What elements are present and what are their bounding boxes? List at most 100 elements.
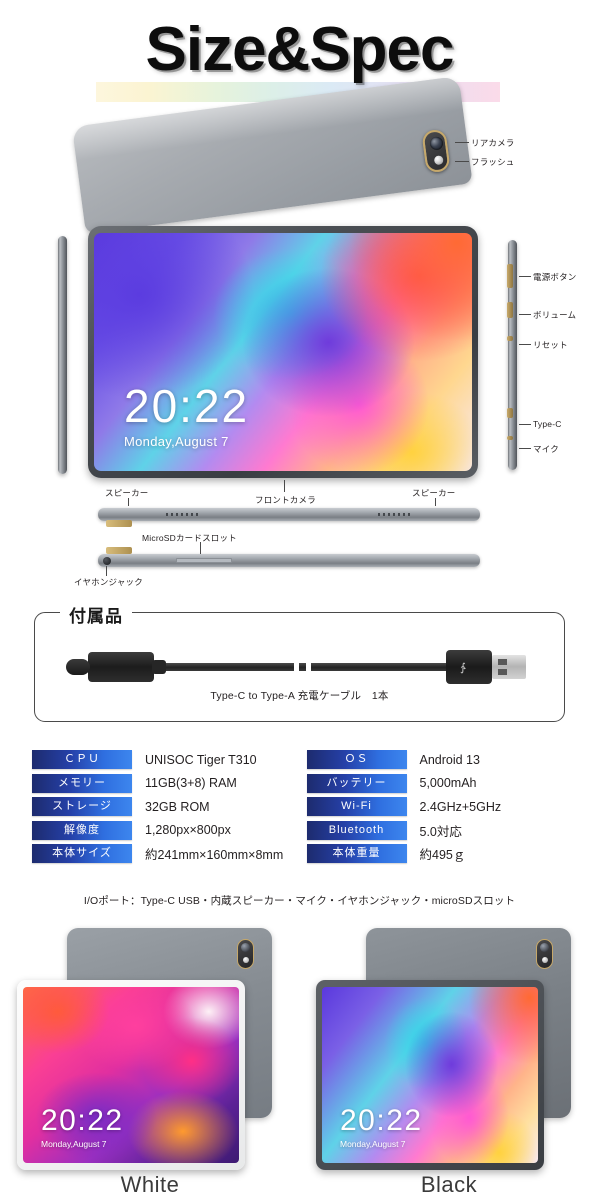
- spec-value: 約495ｇ: [419, 848, 466, 863]
- clock-time: 20:22: [124, 380, 250, 432]
- spec-key: 本体サイズ: [32, 844, 132, 864]
- leader-line: [435, 498, 436, 506]
- tablet-front-view: 20:22 Monday,August 7: [88, 226, 478, 478]
- product-spec-page: Size&Spec リアカメラ フラッシュ 20:22 Monday,Augus…: [0, 0, 599, 1200]
- spec-key: メモリー: [32, 773, 132, 793]
- spec-key: 本体重量: [306, 844, 407, 864]
- spec-row: 本体重量 約495ｇ: [306, 842, 568, 866]
- color-variants: 20:22 Monday,August 7 White 20:22 Monday…: [0, 928, 599, 1200]
- callout-front-camera: フロントカメラ: [255, 495, 316, 505]
- spec-row: 解像度 1,280px×800px: [32, 819, 293, 843]
- cable-caption: Type-C to Type-A 充電ケーブル 1本: [210, 690, 389, 702]
- reset-pinhole-icon: [507, 336, 513, 341]
- clock-date: Monday,August 7: [41, 1139, 107, 1149]
- lockscreen-clock: 20:22 Monday,August 7: [41, 1106, 124, 1150]
- callout-volume: ボリューム: [533, 310, 577, 320]
- speaker-grille-icon: [166, 513, 200, 516]
- microsd-slot-icon: [176, 558, 232, 563]
- rear-camera-module: [237, 939, 254, 969]
- spec-key: ＣＰＵ: [32, 750, 132, 770]
- spec-row: ＯＳ Android 13: [306, 748, 568, 772]
- spec-key: Wi-Fi: [306, 797, 407, 817]
- variant-front-view: 20:22 Monday,August 7: [316, 980, 544, 1170]
- leader-line: [128, 498, 129, 506]
- spec-row: ＣＰＵ UNISOC Tiger T310: [32, 748, 293, 772]
- spec-value: 1,280px×800px: [145, 823, 231, 838]
- lockscreen-clock: 20:22 Monday,August 7: [340, 1104, 423, 1150]
- spec-row: Bluetooth 5.0対応: [306, 819, 568, 843]
- power-button-icon: [507, 264, 513, 288]
- mic-hole-icon: [507, 436, 513, 440]
- variant-black[interactable]: 20:22 Monday,August 7 Black: [304, 928, 594, 1200]
- spec-column-left: ＣＰＵ UNISOC Tiger T310 メモリー 11GB(3+8) RAM…: [32, 748, 293, 866]
- device-illustration: リアカメラ フラッシュ 20:22 Monday,August 7 電源ボタン …: [0, 76, 599, 598]
- variant-label-black: Black: [420, 1172, 478, 1197]
- spec-row: バッテリー 5,000mAh: [306, 772, 568, 796]
- accessories-heading: 付属品: [60, 602, 132, 627]
- rear-camera-lens-icon: [241, 943, 250, 952]
- speaker-grille-icon: [378, 513, 412, 516]
- spec-key: Bluetooth: [306, 820, 407, 840]
- spec-value: 2.4GHz+5GHz: [419, 799, 502, 814]
- spec-key: ＯＳ: [306, 750, 407, 770]
- variant-white[interactable]: 20:22 Monday,August 7 White: [5, 928, 295, 1200]
- tablet-screen: 20:22 Monday,August 7: [94, 233, 472, 471]
- callout-flash: フラッシュ: [471, 157, 515, 167]
- rear-camera-lens-icon: [540, 943, 549, 952]
- spec-key: ストレージ: [32, 797, 132, 817]
- volume-button-icon: [507, 302, 513, 318]
- spec-value: 5,000mAh: [419, 776, 477, 791]
- clock-time: 20:22: [340, 1104, 423, 1137]
- tablet-bottom-edge-view: [98, 508, 480, 527]
- leader-line: [284, 480, 285, 492]
- usb-cable-body: [150, 663, 450, 671]
- leader-line: [519, 424, 531, 425]
- callout-reset: リセット: [533, 340, 568, 350]
- earphone-jack-icon: [103, 557, 111, 565]
- spec-table: ＣＰＵ UNISOC Tiger T310 メモリー 11GB(3+8) RAM…: [0, 748, 599, 866]
- variant-screen: 20:22 Monday,August 7: [23, 987, 239, 1163]
- spec-value: Android 13: [419, 752, 480, 767]
- io-port-line: I/Oポート：Type-C USB・内蔵スピーカー・マイク・イヤホンジャック・m…: [83, 895, 516, 907]
- callout-speaker-right: スピーカー: [412, 488, 456, 498]
- type-c-port-icon: [507, 408, 513, 418]
- spec-row: 本体サイズ 約241mm×160mm×8mm: [32, 842, 293, 866]
- spec-value: 約241mm×160mm×8mm: [145, 848, 284, 863]
- flash-icon: [541, 957, 548, 963]
- rear-camera-lens-icon: [429, 136, 444, 151]
- callout-earphone-jack: イヤホンジャック: [74, 577, 143, 587]
- callout-mic: マイク: [533, 444, 559, 454]
- rear-camera-module: [536, 939, 553, 969]
- callout-speaker-left: スピーカー: [105, 488, 149, 498]
- leader-line: [519, 276, 531, 277]
- tablet-top-edge-view: [98, 547, 480, 567]
- tablet-right-edge-view: [507, 240, 517, 470]
- type-a-plug-metal: [492, 655, 526, 679]
- spec-key: 解像度: [32, 820, 132, 840]
- spec-value: 32GB ROM: [145, 799, 210, 814]
- callout-microsd-slot: MicroSDカードスロット: [142, 533, 237, 543]
- type-a-plug-icon: [446, 650, 492, 684]
- leader-line: [519, 344, 531, 345]
- variant-front-view: 20:22 Monday,August 7: [17, 980, 245, 1170]
- callout-power-button: 電源ボタン: [533, 272, 577, 282]
- leader-line: [519, 314, 531, 315]
- spec-row: Wi-Fi 2.4GHz+5GHz: [306, 795, 568, 819]
- cable-break-mark: [294, 655, 299, 679]
- spec-column-right: ＯＳ Android 13 バッテリー 5,000mAh Wi-Fi 2.4GH…: [306, 748, 568, 866]
- spec-value: 5.0対応: [419, 824, 462, 839]
- spec-key: バッテリー: [306, 773, 407, 793]
- variant-screen: 20:22 Monday,August 7: [322, 987, 538, 1163]
- flash-icon: [242, 957, 249, 963]
- type-c-plug-icon: [66, 652, 166, 682]
- clock-date: Monday,August 7: [340, 1139, 406, 1149]
- spec-value: 11GB(3+8) RAM: [145, 776, 237, 791]
- usb-trident-icon: ∱: [460, 662, 466, 674]
- page-title: Size&Spec: [145, 15, 454, 84]
- leader-line: [106, 566, 107, 576]
- contact-pad: [106, 547, 132, 554]
- leader-line: [455, 161, 469, 162]
- leader-line: [455, 142, 469, 143]
- variant-label-white: White: [120, 1172, 180, 1197]
- spec-row: ストレージ 32GB ROM: [32, 795, 293, 819]
